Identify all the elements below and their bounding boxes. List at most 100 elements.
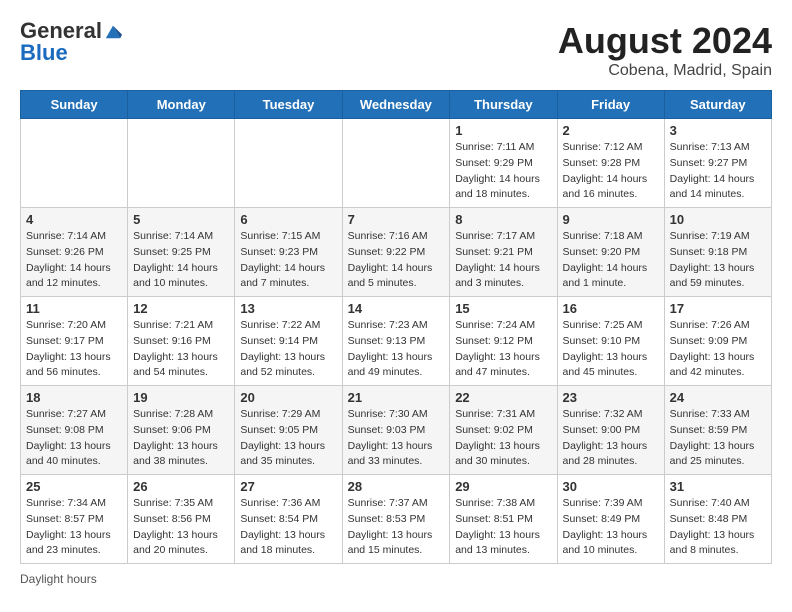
day-number: 11 xyxy=(26,301,122,316)
day-info: Sunrise: 7:13 AMSunset: 9:27 PMDaylight:… xyxy=(670,140,766,203)
calendar-cell xyxy=(128,119,235,208)
calendar-cell xyxy=(235,119,342,208)
day-number: 5 xyxy=(133,212,229,227)
calendar-cell: 2 Sunrise: 7:12 AMSunset: 9:28 PMDaylight… xyxy=(557,119,664,208)
day-info: Sunrise: 7:38 AMSunset: 8:51 PMDaylight:… xyxy=(455,496,551,559)
calendar-cell: 19Sunrise: 7:28 AMSunset: 9:06 PMDayligh… xyxy=(128,386,235,475)
calendar-cell: 13 Sunrise: 7:22 AMSunset: 9:14 PMDayligh… xyxy=(235,297,342,386)
day-info: Sunrise: 7:14 AMSunset: 9:25 PMDaylight:… xyxy=(133,229,229,292)
calendar-cell: 10 Sunrise: 7:19 AMSunset: 9:18 PMDayligh… xyxy=(664,208,771,297)
calendar-cell: 30 Sunrise: 7:39 AMSunset: 8:49 PMDayligh… xyxy=(557,475,664,564)
day-info: Sunrise: 7:16 AMSunset: 9:22 PMDaylight:… xyxy=(348,229,445,292)
calendar: SundayMondayTuesdayWednesdayThursdayFrid… xyxy=(20,90,772,564)
day-info: Sunrise: 7:28 AMSunset: 9:06 PMDaylight:… xyxy=(133,407,229,470)
day-number: 13 xyxy=(240,301,336,316)
logo-icon xyxy=(104,22,122,40)
calendar-cell: 5 Sunrise: 7:14 AMSunset: 9:25 PMDaylight… xyxy=(128,208,235,297)
calendar-week-5: 25 Sunrise: 7:34 AMSunset: 8:57 PMDayligh… xyxy=(21,475,772,564)
day-number: 1 xyxy=(455,123,551,138)
calendar-cell: 11 Sunrise: 7:20 AMSunset: 9:17 PMDayligh… xyxy=(21,297,128,386)
day-number: 10 xyxy=(670,212,766,227)
weekday-header-row: SundayMondayTuesdayWednesdayThursdayFrid… xyxy=(21,91,772,119)
day-number: 20 xyxy=(240,390,336,405)
day-info: Sunrise: 7:29 AMSunset: 9:05 PMDaylight:… xyxy=(240,407,336,470)
day-info: Sunrise: 7:39 AMSunset: 8:49 PMDaylight:… xyxy=(563,496,659,559)
day-info: Sunrise: 7:26 AMSunset: 9:09 PMDaylight:… xyxy=(670,318,766,381)
day-number: 2 xyxy=(563,123,659,138)
day-info: Sunrise: 7:22 AMSunset: 9:14 PMDaylight:… xyxy=(240,318,336,381)
weekday-header-thursday: Thursday xyxy=(450,91,557,119)
day-number: 29 xyxy=(455,479,551,494)
day-info: Sunrise: 7:34 AMSunset: 8:57 PMDaylight:… xyxy=(26,496,122,559)
day-number: 16 xyxy=(563,301,659,316)
calendar-cell: 31 Sunrise: 7:40 AMSunset: 8:48 PMDayligh… xyxy=(664,475,771,564)
day-number: 25 xyxy=(26,479,122,494)
day-number: 24 xyxy=(670,390,766,405)
day-number: 17 xyxy=(670,301,766,316)
weekday-header-monday: Monday xyxy=(128,91,235,119)
day-info: Sunrise: 7:15 AMSunset: 9:23 PMDaylight:… xyxy=(240,229,336,292)
calendar-cell: 3Sunrise: 7:13 AMSunset: 9:27 PMDaylight… xyxy=(664,119,771,208)
weekday-header-sunday: Sunday xyxy=(21,91,128,119)
day-number: 28 xyxy=(348,479,445,494)
calendar-cell: 29 Sunrise: 7:38 AMSunset: 8:51 PMDayligh… xyxy=(450,475,557,564)
day-number: 15 xyxy=(455,301,551,316)
calendar-cell: 26 Sunrise: 7:35 AMSunset: 8:56 PMDayligh… xyxy=(128,475,235,564)
location: Cobena, Madrid, Spain xyxy=(558,62,772,80)
weekday-header-friday: Friday xyxy=(557,91,664,119)
calendar-cell: 1 Sunrise: 7:11 AMSunset: 9:29 PMDaylight… xyxy=(450,119,557,208)
month-year: August 2024 xyxy=(558,20,772,62)
calendar-cell: 27 Sunrise: 7:36 AMSunset: 8:54 PMDayligh… xyxy=(235,475,342,564)
calendar-cell xyxy=(342,119,450,208)
day-number: 9 xyxy=(563,212,659,227)
day-number: 30 xyxy=(563,479,659,494)
calendar-cell: 6 Sunrise: 7:15 AMSunset: 9:23 PMDaylight… xyxy=(235,208,342,297)
calendar-cell xyxy=(21,119,128,208)
title-block: August 2024 Cobena, Madrid, Spain xyxy=(558,20,772,80)
calendar-cell: 22Sunrise: 7:31 AMSunset: 9:02 PMDayligh… xyxy=(450,386,557,475)
calendar-cell: 7 Sunrise: 7:16 AMSunset: 9:22 PMDaylight… xyxy=(342,208,450,297)
calendar-cell: 20 Sunrise: 7:29 AMSunset: 9:05 PMDayligh… xyxy=(235,386,342,475)
day-info: Sunrise: 7:21 AMSunset: 9:16 PMDaylight:… xyxy=(133,318,229,381)
daylight-label: Daylight hours xyxy=(20,572,97,586)
day-info: Sunrise: 7:11 AMSunset: 9:29 PMDaylight:… xyxy=(455,140,551,203)
calendar-cell: 14Sunrise: 7:23 AMSunset: 9:13 PMDayligh… xyxy=(342,297,450,386)
day-number: 23 xyxy=(563,390,659,405)
day-info: Sunrise: 7:27 AMSunset: 9:08 PMDaylight:… xyxy=(26,407,122,470)
day-number: 26 xyxy=(133,479,229,494)
day-info: Sunrise: 7:24 AMSunset: 9:12 PMDaylight:… xyxy=(455,318,551,381)
day-number: 6 xyxy=(240,212,336,227)
calendar-cell: 9 Sunrise: 7:18 AMSunset: 9:20 PMDaylight… xyxy=(557,208,664,297)
day-info: Sunrise: 7:17 AMSunset: 9:21 PMDaylight:… xyxy=(455,229,551,292)
day-number: 31 xyxy=(670,479,766,494)
day-number: 14 xyxy=(348,301,445,316)
day-info: Sunrise: 7:19 AMSunset: 9:18 PMDaylight:… xyxy=(670,229,766,292)
day-info: Sunrise: 7:20 AMSunset: 9:17 PMDaylight:… xyxy=(26,318,122,381)
logo-text: General Blue xyxy=(20,20,122,64)
day-number: 7 xyxy=(348,212,445,227)
calendar-cell: 25 Sunrise: 7:34 AMSunset: 8:57 PMDayligh… xyxy=(21,475,128,564)
day-info: Sunrise: 7:12 AMSunset: 9:28 PMDaylight:… xyxy=(563,140,659,203)
weekday-header-wednesday: Wednesday xyxy=(342,91,450,119)
day-info: Sunrise: 7:35 AMSunset: 8:56 PMDaylight:… xyxy=(133,496,229,559)
calendar-week-1: 1 Sunrise: 7:11 AMSunset: 9:29 PMDaylight… xyxy=(21,119,772,208)
day-info: Sunrise: 7:25 AMSunset: 9:10 PMDaylight:… xyxy=(563,318,659,381)
calendar-week-3: 11 Sunrise: 7:20 AMSunset: 9:17 PMDayligh… xyxy=(21,297,772,386)
day-info: Sunrise: 7:40 AMSunset: 8:48 PMDaylight:… xyxy=(670,496,766,559)
calendar-cell: 28 Sunrise: 7:37 AMSunset: 8:53 PMDayligh… xyxy=(342,475,450,564)
day-info: Sunrise: 7:33 AMSunset: 8:59 PMDaylight:… xyxy=(670,407,766,470)
day-number: 12 xyxy=(133,301,229,316)
calendar-cell: 12 Sunrise: 7:21 AMSunset: 9:16 PMDayligh… xyxy=(128,297,235,386)
calendar-cell: 23Sunrise: 7:32 AMSunset: 9:00 PMDayligh… xyxy=(557,386,664,475)
calendar-cell: 21Sunrise: 7:30 AMSunset: 9:03 PMDayligh… xyxy=(342,386,450,475)
weekday-header-saturday: Saturday xyxy=(664,91,771,119)
day-info: Sunrise: 7:14 AMSunset: 9:26 PMDaylight:… xyxy=(26,229,122,292)
day-info: Sunrise: 7:37 AMSunset: 8:53 PMDaylight:… xyxy=(348,496,445,559)
calendar-cell: 18Sunrise: 7:27 AMSunset: 9:08 PMDayligh… xyxy=(21,386,128,475)
footer: Daylight hours xyxy=(20,572,772,586)
day-info: Sunrise: 7:36 AMSunset: 8:54 PMDaylight:… xyxy=(240,496,336,559)
day-info: Sunrise: 7:18 AMSunset: 9:20 PMDaylight:… xyxy=(563,229,659,292)
day-number: 21 xyxy=(348,390,445,405)
day-number: 27 xyxy=(240,479,336,494)
calendar-cell: 15 Sunrise: 7:24 AMSunset: 9:12 PMDayligh… xyxy=(450,297,557,386)
